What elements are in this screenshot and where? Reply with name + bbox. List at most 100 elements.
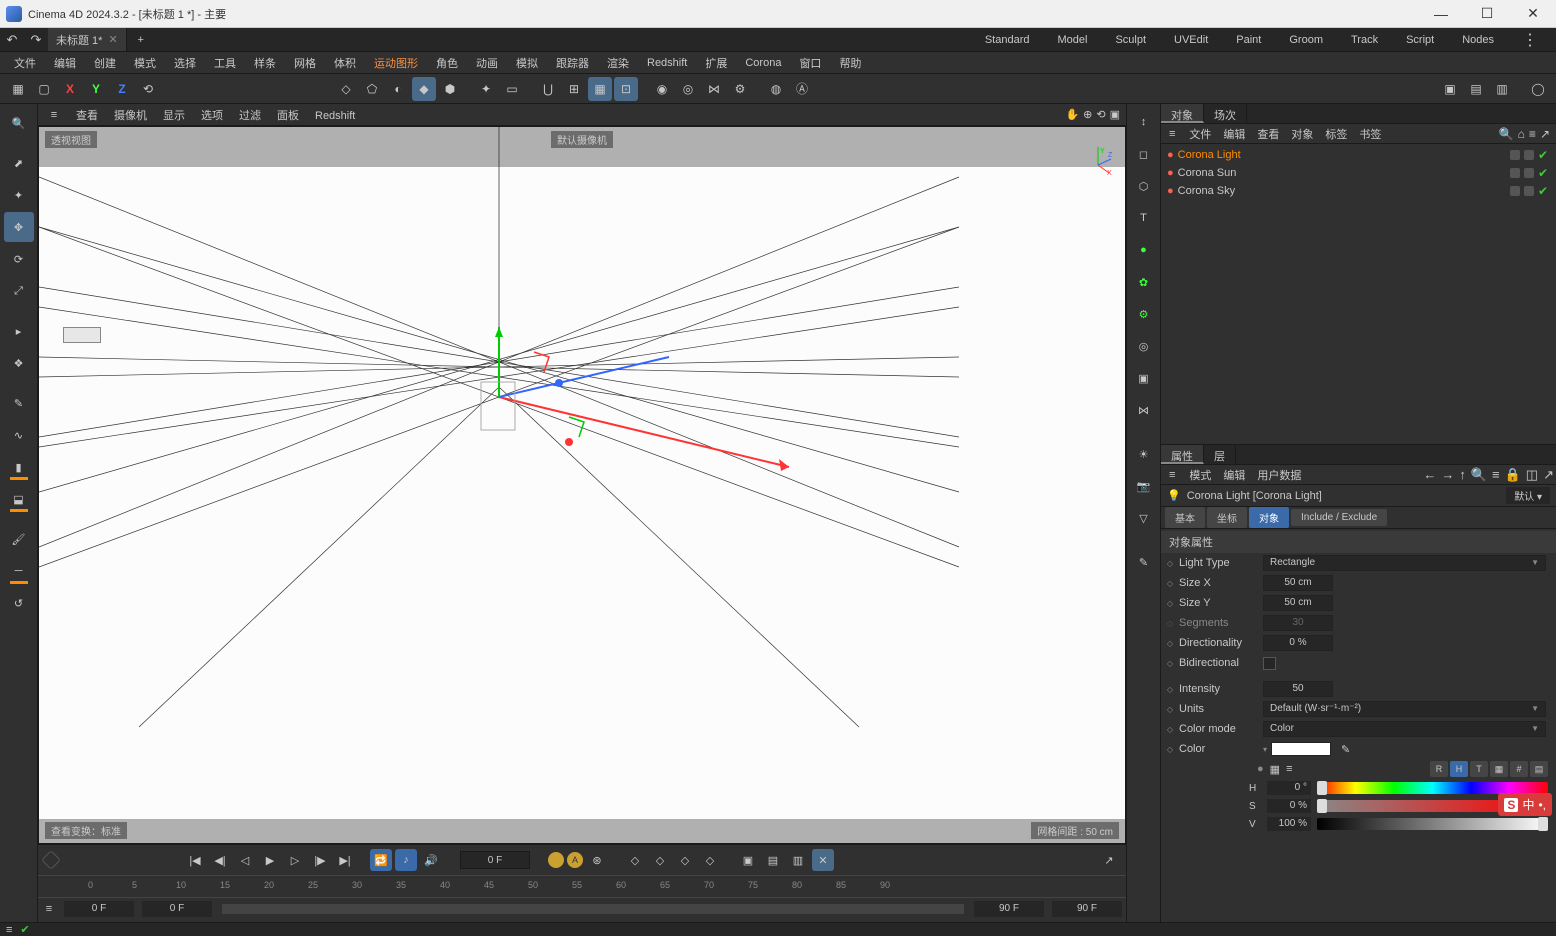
key-scale-icon[interactable]: ◇ <box>649 849 671 871</box>
om-menu-对象[interactable]: 对象 <box>1285 127 1319 143</box>
layer-dot-icon[interactable] <box>1510 186 1520 196</box>
color-wheel-icon[interactable]: ● <box>1257 763 1264 775</box>
attr-fwd-icon[interactable]: → <box>1441 467 1454 483</box>
work-plane-icon[interactable]: ⊞ <box>562 77 586 101</box>
light-type-select[interactable]: Rectangle▼ <box>1263 555 1546 571</box>
layout-more-icon[interactable]: ⋮ <box>1522 30 1538 50</box>
sizex-input[interactable]: 50 cm <box>1263 575 1333 591</box>
menu-4[interactable]: 选择 <box>166 53 204 73</box>
attr-menu-icon[interactable]: ≡ <box>1163 467 1181 483</box>
coord-system-icon[interactable]: ⟲ <box>136 77 160 101</box>
direction-input[interactable]: 0 % <box>1263 635 1333 651</box>
generator-icon[interactable]: ✿ <box>1130 268 1158 296</box>
maximize-view-icon[interactable]: ▣ <box>1110 108 1120 121</box>
audio-icon[interactable]: 🔊 <box>420 849 442 871</box>
null-icon[interactable]: ◻ <box>1130 140 1158 168</box>
om-search-icon[interactable]: 🔍 <box>1499 127 1514 141</box>
enabled-check-icon[interactable]: ✔ <box>1538 184 1548 198</box>
axis-x-button[interactable]: X <box>58 77 82 101</box>
autokey-icon[interactable]: A <box>567 852 583 868</box>
move-tool-icon[interactable]: ✥ <box>4 212 34 242</box>
mode-grid-icon[interactable]: ▤ <box>1530 761 1548 777</box>
layout-grid-icon[interactable]: ▢ <box>32 77 56 101</box>
bidir-checkbox[interactable] <box>1263 657 1276 670</box>
vp-menu-选项[interactable]: 选项 <box>193 108 231 124</box>
layer-dot-icon[interactable] <box>1510 150 1520 160</box>
menu-1[interactable]: 编辑 <box>46 53 84 73</box>
pan-view-icon[interactable]: ✋ <box>1065 108 1079 121</box>
search-icon[interactable]: 🔍 <box>4 108 34 138</box>
attr-up-icon[interactable]: ↑ <box>1459 467 1466 483</box>
brush-icon[interactable]: 🖌 <box>4 524 34 554</box>
menu-8[interactable]: 体积 <box>326 53 364 73</box>
rotate-view-icon[interactable]: ⟲ <box>1096 108 1105 121</box>
layout-paint[interactable]: Paint <box>1236 34 1261 46</box>
mode-box-icon[interactable]: ▦ <box>1490 761 1508 777</box>
duplicate-icon[interactable]: ❖ <box>4 348 34 378</box>
key-options-icon[interactable]: ⊛ <box>586 849 608 871</box>
settings-gear-icon[interactable]: ⚙ <box>728 77 752 101</box>
menu-19[interactable]: 帮助 <box>831 53 869 73</box>
layout-track[interactable]: Track <box>1351 34 1378 46</box>
mode-r-button[interactable]: R <box>1430 761 1448 777</box>
viewport-menu-icon[interactable]: ≡ <box>44 106 64 124</box>
vp-menu-摄像机[interactable]: 摄像机 <box>106 108 155 124</box>
zoom-view-icon[interactable]: ⊕ <box>1083 108 1092 121</box>
menu-3[interactable]: 模式 <box>126 53 164 73</box>
attr-new-icon[interactable]: ◫ <box>1526 467 1538 483</box>
poly-pen-icon[interactable]: ▮ <box>4 452 34 482</box>
vp-menu-面板[interactable]: 面板 <box>269 108 307 124</box>
h-input[interactable]: 0 ° <box>1267 781 1311 795</box>
camera-icon[interactable]: 📷 <box>1130 472 1158 500</box>
maximize-button[interactable]: ☐ <box>1464 0 1510 28</box>
menu-2[interactable]: 创建 <box>86 53 124 73</box>
key-pla-icon[interactable]: ▥ <box>787 849 809 871</box>
loop-icon[interactable]: 🔁 <box>370 849 392 871</box>
s-input[interactable]: 0 % <box>1267 799 1311 813</box>
attr-menu-用户数据[interactable]: 用户数据 <box>1251 468 1307 484</box>
om-menu-书签[interactable]: 书签 <box>1353 127 1387 143</box>
om-menu-icon[interactable]: ≡ <box>1163 126 1181 142</box>
range-start-input[interactable]: 0 F <box>64 901 134 917</box>
colormode-select[interactable]: Color▼ <box>1263 721 1546 737</box>
key-sel-icon[interactable]: ▣ <box>737 849 759 871</box>
extrude-icon[interactable]: ⬓ <box>4 484 34 514</box>
units-select[interactable]: Default (W·sr⁻¹·m⁻²)▼ <box>1263 701 1546 717</box>
text-icon[interactable]: T <box>1130 204 1158 232</box>
knife-icon[interactable]: ─ <box>4 556 34 586</box>
layout-script[interactable]: Script <box>1406 34 1434 46</box>
mograph-icon[interactable]: ⋈ <box>1130 396 1158 424</box>
undo-button[interactable]: ↶ <box>0 28 24 51</box>
attr-search-icon[interactable]: 🔍 <box>1471 467 1487 483</box>
menu-18[interactable]: 窗口 <box>791 53 829 73</box>
spline-pen-icon[interactable]: ✎ <box>4 388 34 418</box>
symmetry-icon[interactable]: ⋈ <box>702 77 726 101</box>
play-icon[interactable]: ▶ <box>259 849 281 871</box>
layout-sculpt[interactable]: Sculpt <box>1115 34 1146 46</box>
menu-13[interactable]: 跟踪器 <box>548 53 597 73</box>
menu-12[interactable]: 模拟 <box>508 53 546 73</box>
om-filter-icon[interactable]: ≡ <box>1529 127 1536 141</box>
preview-end-input[interactable]: 90 F <box>974 901 1044 917</box>
menu-15[interactable]: Redshift <box>639 55 695 71</box>
render-settings-icon[interactable]: ◍ <box>764 77 788 101</box>
timeline-expand-icon[interactable]: ↗ <box>1098 849 1120 871</box>
mode-t-button[interactable]: T <box>1470 761 1488 777</box>
cube-shaded-icon[interactable]: ⬢ <box>438 77 462 101</box>
menu-9[interactable]: 运动图形 <box>366 53 426 73</box>
obj-row-Corona-Light[interactable]: ●Corona Light✔ <box>1161 146 1556 164</box>
attr-preset-select[interactable]: 默认 ▾ <box>1506 487 1550 504</box>
om-menu-编辑[interactable]: 编辑 <box>1217 127 1251 143</box>
color-expand-icon[interactable]: ▾ <box>1263 745 1267 754</box>
attr-tab-1[interactable]: 层 <box>1204 445 1236 464</box>
status-menu-icon[interactable]: ≡ <box>6 924 12 936</box>
close-tab-icon[interactable]: ✕ <box>108 33 117 46</box>
menu-11[interactable]: 动画 <box>468 53 506 73</box>
range-slider[interactable] <box>222 904 964 914</box>
next-key-icon[interactable]: |▶ <box>309 849 331 871</box>
obj-tab-0[interactable]: 对象 <box>1161 104 1204 123</box>
cube-outline-icon[interactable]: ◇ <box>334 77 358 101</box>
menu-16[interactable]: 扩展 <box>697 53 735 73</box>
attr-subtab-1[interactable]: 坐标 <box>1207 507 1247 528</box>
attr-tab-0[interactable]: 属性 <box>1161 445 1204 464</box>
